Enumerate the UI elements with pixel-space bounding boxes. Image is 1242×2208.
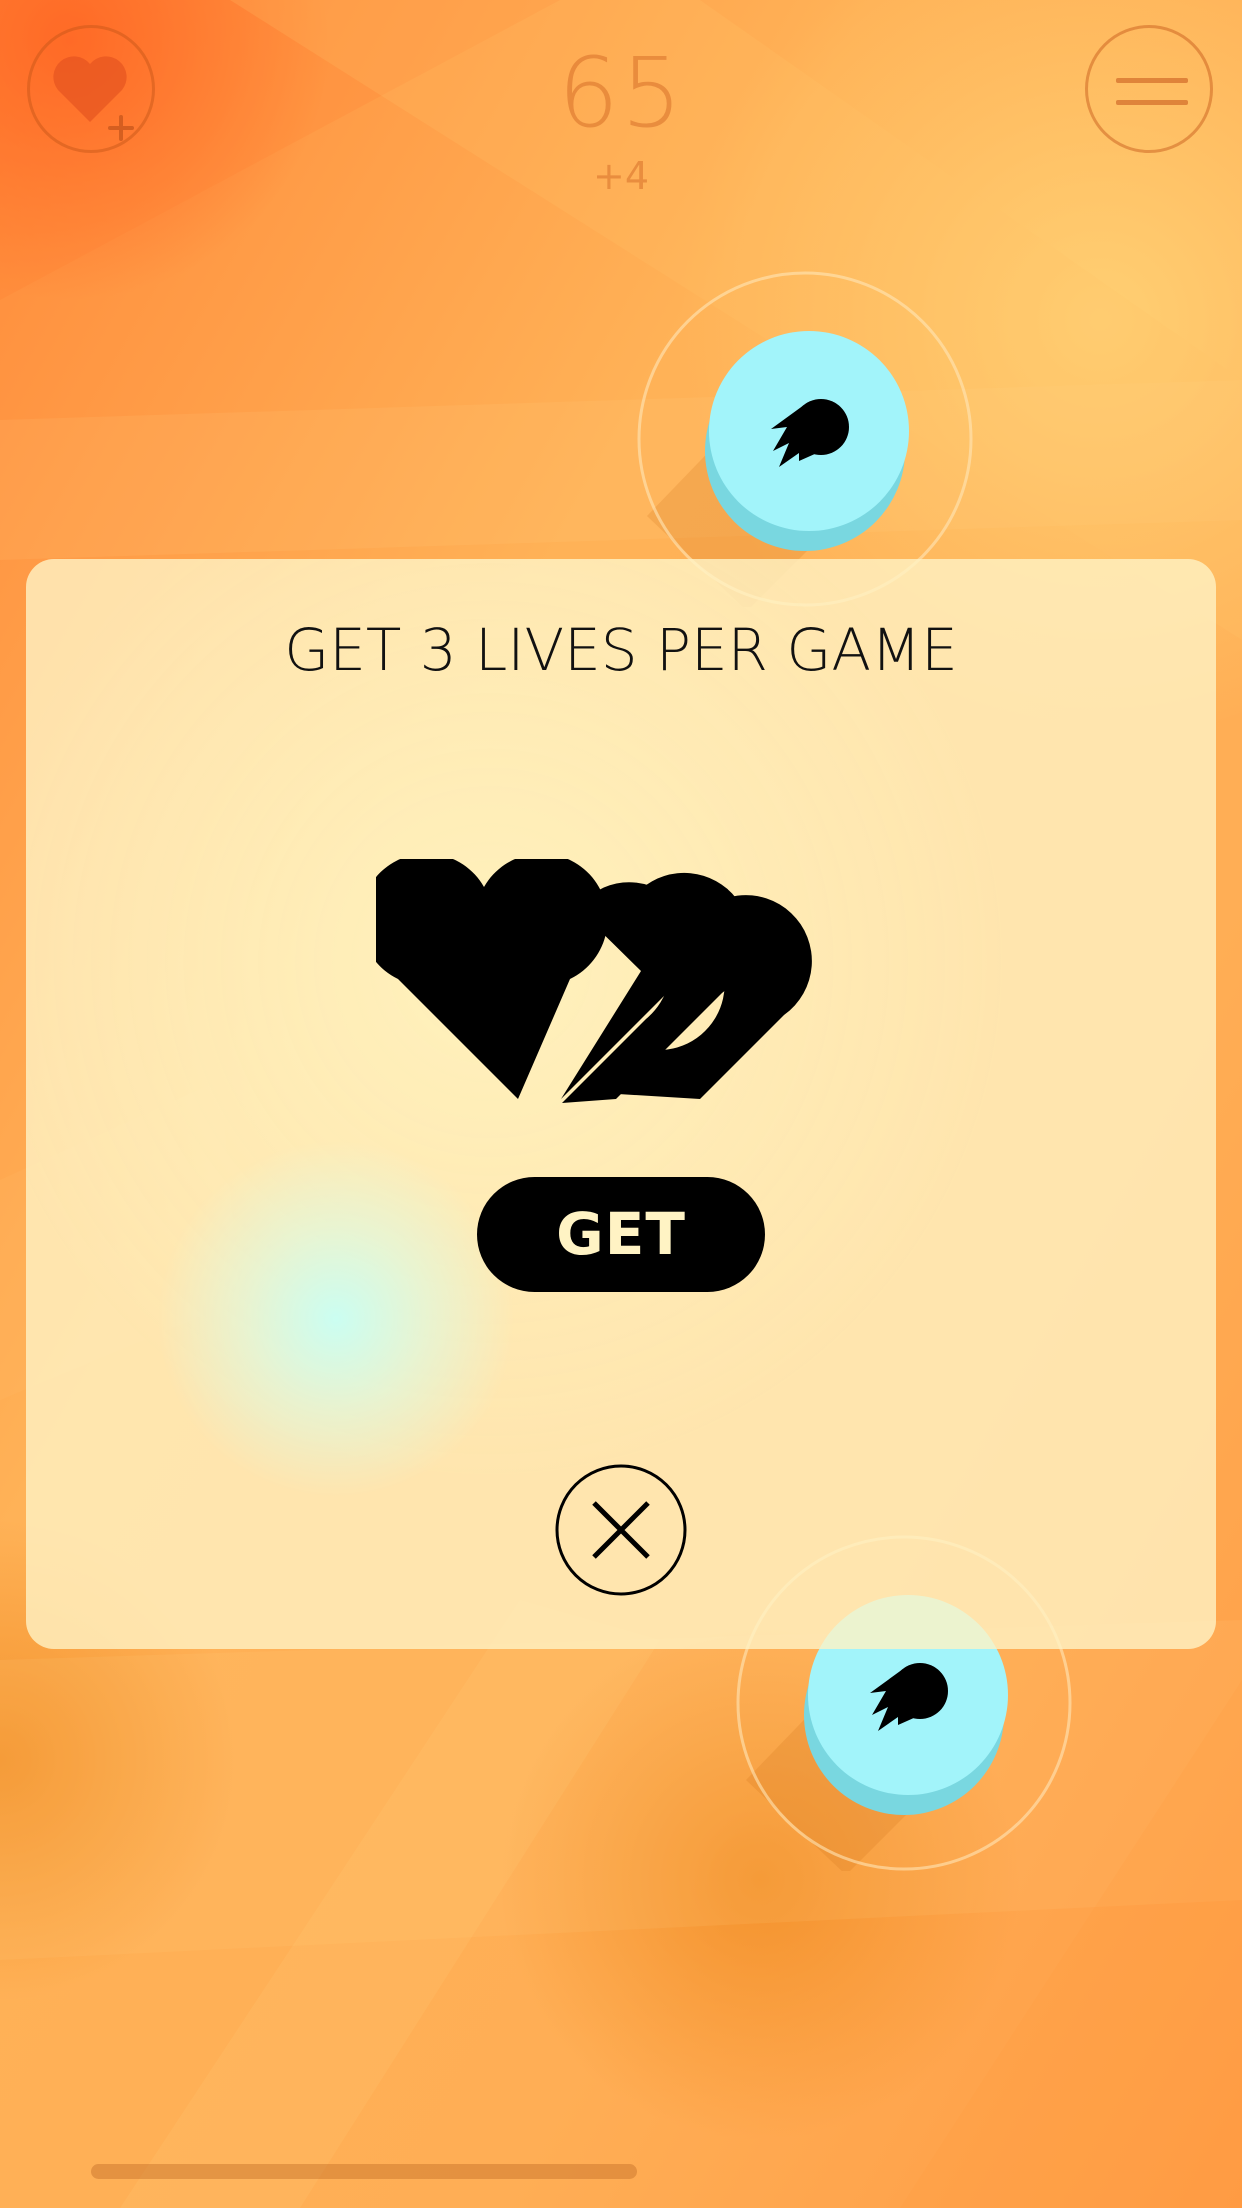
dialog-glow xyxy=(156,1139,516,1499)
three-hearts-icon xyxy=(376,859,812,1103)
home-indicator xyxy=(91,2164,637,2179)
heart-plus-icon xyxy=(53,56,134,141)
dialog-title: GET 3 LIVES PER GAME xyxy=(284,616,958,684)
add-lives-button[interactable] xyxy=(27,25,155,153)
hamburger-menu-icon xyxy=(1116,78,1188,105)
game-ball[interactable] xyxy=(637,271,973,607)
score-bonus: +4 xyxy=(592,154,650,198)
get-lives-dialog: GET 3 LIVES PER GAME GET xyxy=(26,559,1216,1649)
menu-button[interactable] xyxy=(1085,25,1213,153)
get-button[interactable]: GET xyxy=(477,1177,765,1292)
close-icon xyxy=(555,1464,687,1596)
close-button[interactable] xyxy=(554,1463,688,1597)
score: 65 xyxy=(557,37,685,149)
